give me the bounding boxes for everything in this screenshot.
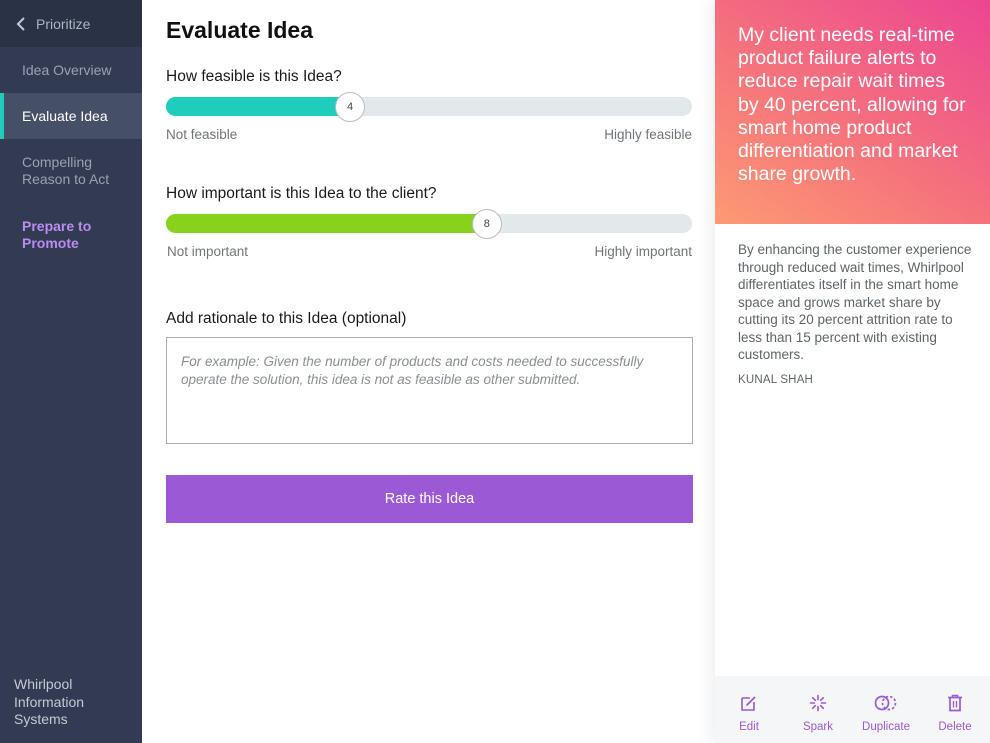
importance-slider[interactable]: 8 <box>166 209 692 239</box>
chevron-left-icon <box>14 16 28 31</box>
edit-icon <box>740 693 758 713</box>
feasibility-question: How feasible is this Idea? <box>166 68 342 85</box>
sidebar-item-label: Compelling Reason to Act <box>22 154 110 187</box>
sidebar-item-idea-overview[interactable]: Idea Overview <box>0 47 142 93</box>
company-name: Whirlpool Information Systems <box>14 676 85 727</box>
sidebar-item-compelling-reason[interactable]: Compelling Reason to Act <box>0 139 142 203</box>
duplicate-label: Duplicate <box>862 721 910 733</box>
trash-icon <box>947 693 963 713</box>
idea-headline-card: My client needs real-time product failur… <box>715 0 990 224</box>
rationale-field-wrapper <box>166 337 693 444</box>
feasibility-slider[interactable]: 4 <box>166 92 692 122</box>
sidebar-item-label: Prepare to Promote <box>22 218 92 251</box>
importance-slider-fill <box>166 214 487 233</box>
importance-min-label: Not important <box>167 244 249 259</box>
rationale-label: Add rationale to this Idea (optional) <box>166 310 407 327</box>
sidebar-item-label: Idea Overview <box>22 61 112 78</box>
importance-max-label: Highly important <box>594 244 692 259</box>
delete-label: Delete <box>938 721 972 733</box>
sidebar-item-label: Evaluate Idea <box>22 107 108 124</box>
duplicate-icon <box>873 693 899 713</box>
feasibility-slider-fill <box>166 97 351 116</box>
back-to-prioritize-button[interactable]: Prioritize <box>0 0 142 47</box>
importance-question: How important is this Idea to the client… <box>166 185 437 202</box>
rate-idea-button[interactable]: Rate this Idea <box>166 475 693 523</box>
idea-headline: My client needs real-time product failur… <box>738 24 966 186</box>
edit-button[interactable]: Edit <box>735 676 763 743</box>
idea-author: KUNAL SHAH <box>738 374 814 386</box>
rationale-input[interactable] <box>181 353 678 428</box>
edit-label: Edit <box>739 721 759 733</box>
delete-button[interactable]: Delete <box>937 676 973 743</box>
spark-button[interactable]: Spark <box>801 676 835 743</box>
back-label: Prioritize <box>36 15 91 32</box>
spark-label: Spark <box>802 721 834 733</box>
importance-slider-thumb[interactable]: 8 <box>471 209 502 239</box>
feasibility-max-label: Highly feasible <box>604 127 692 142</box>
feasibility-slider-thumb[interactable]: 4 <box>335 92 366 122</box>
idea-description: By enhancing the customer experience thr… <box>738 242 972 362</box>
sidebar: Prioritize Idea Overview Evaluate Idea C… <box>0 0 142 743</box>
duplicate-button[interactable]: Duplicate <box>861 676 911 743</box>
spark-icon <box>809 693 827 713</box>
feasibility-min-label: Not feasible <box>166 127 238 142</box>
action-bar: Edit Spark Duplicate Delete <box>715 676 990 743</box>
main-content: Evaluate Idea How feasible is this Idea?… <box>142 0 715 743</box>
sidebar-item-prepare-to-promote[interactable]: Prepare to Promote <box>0 203 142 267</box>
idea-detail-panel: My client needs real-time product failur… <box>715 0 990 743</box>
sidebar-item-evaluate-idea[interactable]: Evaluate Idea <box>0 93 142 139</box>
page-title: Evaluate Idea <box>166 17 314 43</box>
